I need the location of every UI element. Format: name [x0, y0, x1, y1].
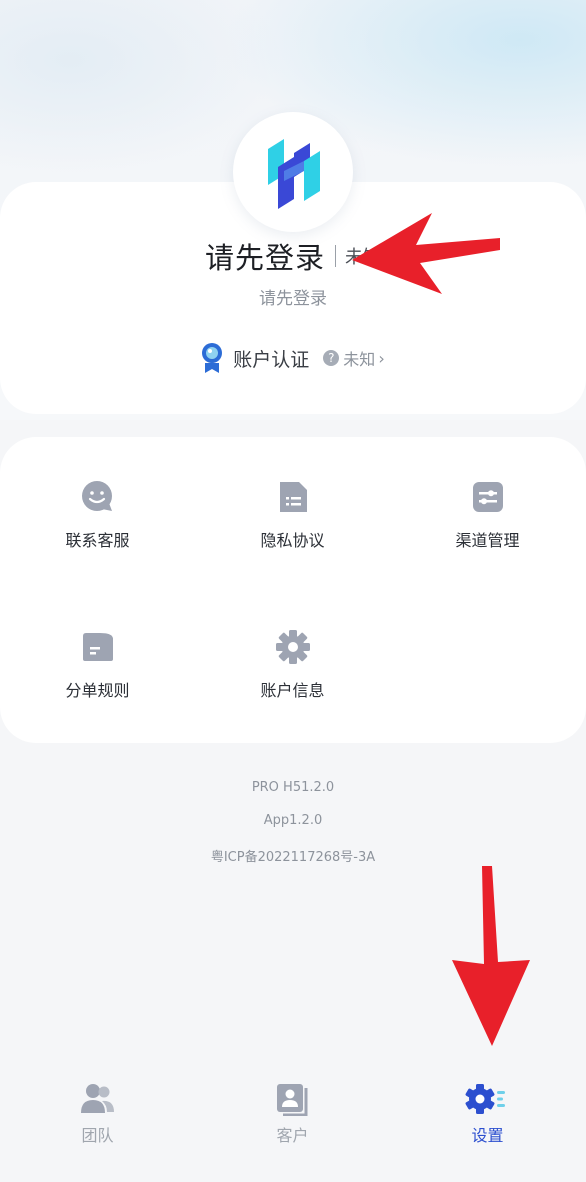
annotation-arrow-down [452, 866, 530, 1046]
menu-item-contact-service[interactable]: 联系客服 [0, 477, 195, 587]
chevron-right-icon: › [378, 348, 385, 368]
menu-label: 联系客服 [65, 531, 130, 550]
gear-icon [273, 627, 313, 667]
team-icon [80, 1084, 114, 1113]
avatar[interactable] [233, 112, 353, 232]
certification-badge-icon [202, 343, 223, 373]
menu-label: 渠道管理 [455, 531, 520, 550]
profile-name[interactable]: 请先登录 [205, 235, 325, 277]
menu-label: 账户信息 [260, 681, 325, 700]
settings-gear-icon [465, 1084, 505, 1114]
menu-label: 隐私协议 [260, 531, 325, 550]
account-certification[interactable]: 账户认证 ? 未知 › [0, 340, 586, 376]
tab-label: 设置 [471, 1126, 504, 1145]
contacts-icon [276, 1084, 307, 1116]
app-logo [268, 139, 320, 209]
question-circle-icon: ? [323, 350, 340, 366]
customer-service-chat-icon [78, 477, 118, 517]
version-app: App1.2.0 [263, 813, 323, 828]
certification-status-text: 未知 [343, 350, 376, 369]
tab-settings[interactable]: 设置 [390, 1082, 585, 1162]
profile-name-row: 请先登录 未知 [0, 234, 586, 278]
tab-team[interactable]: 团队 [0, 1082, 195, 1162]
folder-icon [78, 627, 118, 667]
menu-item-dispatch-rules[interactable]: 分单规则 [0, 627, 195, 737]
profile-subtitle[interactable]: 请先登录 [0, 284, 586, 309]
menu-card: 联系客服 隐私协议 渠道管理 分单规则 账户信息 [0, 437, 586, 743]
icp-license[interactable]: 粤ICP备2022117268号-3A [0, 846, 586, 865]
certification-label: 账户认证 [233, 348, 310, 371]
menu-label: 分单规则 [65, 681, 130, 700]
document-icon [273, 477, 313, 517]
certification-status[interactable]: ? 未知 › [323, 346, 385, 370]
menu-item-account-info[interactable]: 账户信息 [195, 627, 390, 737]
menu-item-channel-management[interactable]: 渠道管理 [390, 477, 585, 587]
tab-label: 客户 [276, 1126, 309, 1145]
divider [335, 245, 336, 267]
sliders-icon [468, 477, 508, 517]
menu-item-privacy-policy[interactable]: 隐私协议 [195, 477, 390, 587]
profile-role: 未知 [345, 247, 381, 268]
tab-label: 团队 [81, 1126, 114, 1145]
tab-customers[interactable]: 客户 [195, 1082, 390, 1162]
bottom-tab-bar: 团队 客户 设置 [0, 1062, 586, 1182]
version-pro: PRO H51.2.0 [251, 780, 335, 795]
